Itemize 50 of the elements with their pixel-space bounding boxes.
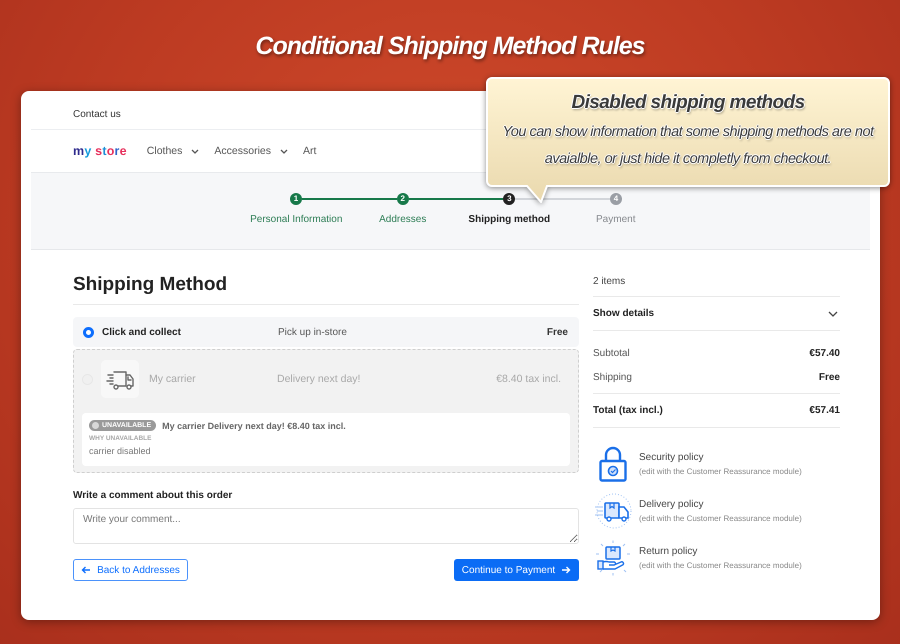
page-title: Conditional Shipping Method Rules [255, 30, 645, 60]
policy-title[interactable]: Delivery policy [639, 498, 802, 511]
step-label[interactable]: Shipping method [468, 214, 550, 226]
store-logo[interactable]: my store [73, 144, 127, 158]
show-details-toggle[interactable]: Show details [593, 304, 840, 324]
carrier-name: My carrier [149, 373, 196, 385]
reason-text: carrier disabled [89, 445, 152, 457]
menu-item[interactable]: Art [303, 145, 316, 157]
step-number: 2 [396, 193, 409, 205]
comment-field[interactable]: Write your comment... [73, 508, 579, 544]
step-number: 1 [290, 193, 302, 205]
back-button[interactable]: Back to Addresses [73, 559, 188, 581]
hand-box-icon [595, 540, 631, 576]
summary-label: Shipping [593, 372, 632, 382]
carrier-name: Click and collect [102, 326, 181, 338]
summary-label: Subtotal [593, 348, 630, 358]
section-heading: Shipping Method [73, 274, 579, 305]
summary-value: €57.40 [809, 348, 840, 358]
step-number: 3 [503, 193, 516, 205]
padlock-icon [599, 446, 627, 482]
step-label[interactable]: Personal Information [250, 214, 342, 226]
arrow-left-icon [81, 566, 92, 574]
comment-label: Write a comment about this order [73, 489, 234, 503]
carrier-description: Pick up in-store [278, 326, 348, 338]
total-label: Total (tax incl.) [593, 405, 663, 416]
policy-title[interactable]: Return policy [639, 545, 802, 558]
carrier-price: €8.40 tax incl. [496, 373, 561, 385]
callout-title: Disabled shipping methods [571, 91, 805, 115]
truck-icon [594, 492, 632, 530]
step-number: 4 [610, 193, 622, 205]
callout-text: You can show information that some shipping methods are not avaialble, or just hide it completly from checkout. [501, 123, 876, 169]
policy-title[interactable]: Security policy [639, 451, 802, 464]
shipping-option[interactable]: Click and collect Pick up in-store Free [73, 317, 579, 347]
policy-note: (edit with the Customer Reassurance module) [639, 513, 802, 524]
policy-note: (edit with the Customer Reassurance module) [639, 560, 802, 571]
menu-item[interactable]: Accessories [214, 145, 288, 157]
dot-icon [92, 422, 99, 429]
step-label[interactable]: Addresses [379, 214, 426, 226]
items-count: 2 items [593, 276, 626, 286]
menu-item[interactable]: Clothes [146, 145, 200, 157]
radio-button[interactable] [83, 326, 94, 338]
carrier-description: Delivery next day! [277, 373, 362, 385]
arrow-right-icon [561, 566, 572, 574]
policy-note: (edit with the Customer Reassurance module) [639, 466, 802, 477]
contact-link[interactable]: Contact us [73, 108, 121, 120]
notice-summary: My carrier Delivery next day! €8.40 tax incl. [162, 420, 346, 430]
total-value: €57.41 [809, 405, 840, 416]
summary-value: Free [818, 372, 840, 382]
continue-button[interactable]: Continue to Payment [454, 559, 579, 581]
carrier-price: Free [546, 326, 568, 338]
